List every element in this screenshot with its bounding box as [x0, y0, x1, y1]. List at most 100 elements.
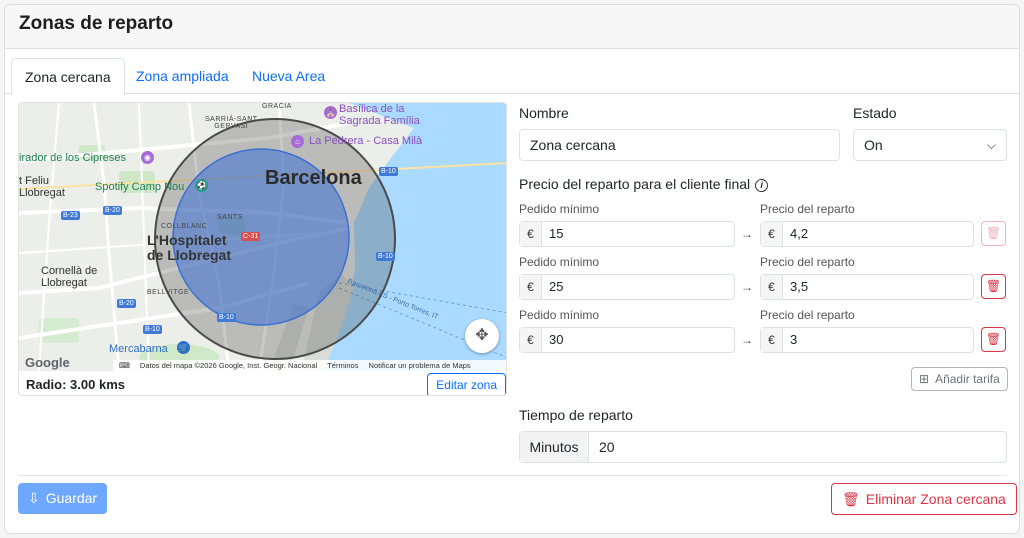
- arrow-right-icon: →: [741, 227, 753, 241]
- min-order-value: 30: [549, 332, 564, 347]
- save-label: Guardar: [45, 490, 98, 506]
- map-footer: Radio: 3.00 kms Editar zona: [19, 371, 506, 395]
- trash-icon: 🗑: [985, 332, 1002, 346]
- road-tag: B-10: [376, 252, 395, 261]
- add-rate-label: Añadir tarifa: [935, 372, 1000, 386]
- euro-addon: €: [761, 275, 783, 299]
- euro-addon: €: [520, 275, 542, 299]
- footer-divider: [18, 475, 1007, 476]
- map-label-sagrada-familia: Basílica de la Sagrada Família: [339, 103, 420, 127]
- name-input[interactable]: Zona cercana: [519, 129, 840, 161]
- delivery-price-value: 3,5: [790, 279, 809, 294]
- pricing-title: Precio del reparto para el cliente final…: [519, 176, 769, 192]
- delivery-price-label: Precio del reparto: [760, 308, 855, 322]
- map-background: [19, 103, 506, 371]
- poi-mirador-icon[interactable]: ◉: [141, 151, 154, 164]
- add-rate-button[interactable]: ⊞ Añadir tarifa: [911, 367, 1008, 391]
- delivery-price-input[interactable]: € 4,2: [760, 221, 974, 247]
- map-panel: GRÀCIA SARRIÀ-SANT GERVASI Basílica de l…: [18, 102, 507, 396]
- keyboard-icon[interactable]: ⌨: [119, 361, 130, 370]
- map-label-sarria: SARRIÀ-SANT GERVASI: [205, 116, 258, 130]
- edit-zone-button[interactable]: Editar zona: [427, 373, 506, 395]
- name-label: Nombre: [519, 105, 569, 121]
- euro-addon: €: [520, 222, 542, 246]
- download-icon: ⇩: [28, 490, 40, 506]
- delivery-price-label: Precio del reparto: [760, 202, 855, 216]
- status-value: On: [864, 137, 883, 153]
- min-order-input[interactable]: € 15: [519, 221, 735, 247]
- delivery-price-input[interactable]: € 3,5: [760, 274, 974, 300]
- map-label-sant-feliu: t Feliu Llobregat: [19, 175, 65, 199]
- map-label-la-pedrera: La Pedrera - Casa Milà: [309, 135, 423, 147]
- road-tag: B-23: [61, 211, 80, 220]
- minutes-addon: Minutos: [520, 432, 589, 462]
- status-select[interactable]: On ⌵: [853, 129, 1007, 161]
- map-label-barcelona: Barcelona: [265, 167, 362, 189]
- delivery-time-label: Tiempo de reparto: [519, 407, 633, 423]
- min-order-input[interactable]: € 25: [519, 274, 735, 300]
- delete-rate-button[interactable]: 🗑: [981, 274, 1006, 299]
- road-tag: C-31: [241, 232, 261, 241]
- delivery-price-input[interactable]: € 3: [760, 327, 974, 353]
- radius-text: Radio: 3.00 kms: [26, 377, 125, 392]
- map-label-sants: SANTS: [217, 214, 243, 221]
- euro-addon: €: [761, 222, 783, 246]
- delete-rate-button[interactable]: 🗑: [981, 221, 1006, 246]
- map-recenter-button[interactable]: ✥: [465, 319, 499, 353]
- minutes-value: 20: [599, 439, 615, 455]
- poi-la-pedrera-icon[interactable]: ⌂: [291, 135, 304, 148]
- arrow-right-icon: →: [741, 280, 753, 294]
- road-tag: B-10: [379, 167, 398, 176]
- delete-zone-label: Eliminar Zona cercana: [865, 491, 1006, 507]
- map-data-attribution: Datos del mapa ©2026 Google, Inst. Geogr…: [139, 361, 318, 370]
- road-tag: B-20: [103, 206, 122, 215]
- euro-addon: €: [520, 328, 542, 352]
- map-label-mirador: irador de los Cipreses: [19, 152, 126, 164]
- trash-icon: 🗑: [842, 491, 860, 507]
- page-title: Zonas de reparto: [19, 13, 174, 34]
- delivery-time-input[interactable]: Minutos 20: [519, 431, 1007, 463]
- min-order-label: Pedido mínimo: [519, 308, 600, 322]
- delete-rate-button[interactable]: 🗑: [981, 327, 1006, 352]
- chevron-down-icon: ⌵: [986, 138, 996, 152]
- status-label: Estado: [853, 105, 897, 121]
- delete-zone-button[interactable]: 🗑 Eliminar Zona cercana: [831, 483, 1017, 515]
- road-tag: B-20: [117, 299, 136, 308]
- plus-square-icon: ⊞: [919, 372, 930, 386]
- min-order-value: 15: [549, 226, 564, 241]
- road-tag: B-10: [143, 325, 162, 334]
- delivery-price-value: 3: [790, 332, 798, 347]
- map-report-link[interactable]: Notificar un problema de Maps: [369, 361, 471, 370]
- trash-icon: 🗑: [985, 226, 1002, 240]
- map-terms-link[interactable]: Términos: [327, 361, 358, 370]
- info-icon[interactable]: i: [755, 179, 769, 192]
- save-button[interactable]: ⇩ Guardar: [18, 483, 108, 514]
- poi-shopping-icon[interactable]: 🛒: [177, 341, 190, 354]
- map-label-gracia: GRÀCIA: [262, 103, 292, 110]
- delivery-map[interactable]: GRÀCIA SARRIÀ-SANT GERVASI Basílica de l…: [19, 103, 506, 371]
- min-order-label: Pedido mínimo: [519, 202, 600, 216]
- tab-nueva-area[interactable]: Nueva Area: [239, 58, 338, 94]
- google-logo: Google: [25, 355, 70, 370]
- delivery-price-label: Precio del reparto: [760, 255, 855, 269]
- map-label-collblanc: COLLBLANC: [161, 223, 208, 230]
- min-order-input[interactable]: € 30: [519, 327, 735, 353]
- poi-stadium-icon[interactable]: ⚽: [195, 179, 208, 192]
- zone-tabs: Zona cercana Zona ampliada Nueva Area: [5, 58, 1019, 95]
- trash-icon: 🗑: [985, 279, 1002, 293]
- map-label-hospitalet: L'Hospitalet de Llobregat: [147, 232, 232, 263]
- min-order-label: Pedido mínimo: [519, 255, 600, 269]
- arrow-right-icon: →: [741, 333, 753, 347]
- delivery-price-value: 4,2: [790, 226, 809, 241]
- pricing-title-text: Precio del reparto para el cliente final: [519, 176, 751, 192]
- map-label-bellvitge: BELLVITGE: [147, 289, 190, 296]
- card-header: Zonas de reparto: [5, 5, 1019, 49]
- map-label-spotify-camp-nou: Spotify Camp Nou: [95, 181, 185, 193]
- tab-zona-ampliada[interactable]: Zona ampliada: [123, 58, 242, 94]
- map-attribution: ⌨ Datos del mapa ©2026 Google, Inst. Geo…: [113, 360, 506, 371]
- tab-zona-cercana[interactable]: Zona cercana: [11, 58, 125, 95]
- min-order-value: 25: [549, 279, 564, 294]
- poi-sagrada-familia-icon[interactable]: ⛪: [324, 106, 337, 119]
- euro-addon: €: [761, 328, 783, 352]
- map-label-cornella: Cornellà de Llobregat: [41, 265, 98, 289]
